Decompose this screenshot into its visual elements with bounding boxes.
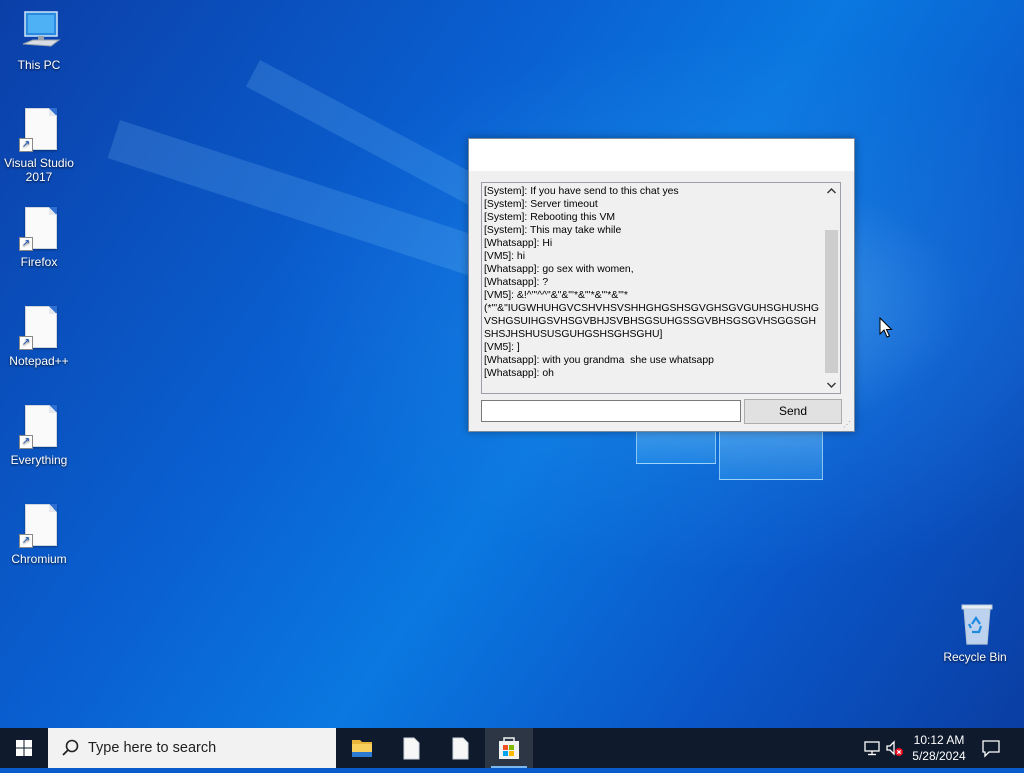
desktop-icon-chromium[interactable]: ↗ Chromium: [1, 504, 77, 566]
shortcut-arrow-icon: ↗: [19, 435, 33, 449]
file-shortcut-icon: ↗: [19, 504, 59, 548]
message-input[interactable]: [481, 400, 741, 422]
desktop-icon-label: Visual Studio 2017: [4, 156, 74, 184]
windows-logo-icon: [16, 740, 32, 756]
desktop-icon-firefox[interactable]: ↗ Firefox: [1, 207, 77, 269]
desktop-icon-label: Recycle Bin: [943, 650, 1007, 664]
file-shortcut-icon: ↗: [19, 405, 59, 449]
chat-line: [Whatsapp]: Hi: [484, 238, 553, 249]
start-button[interactable]: [0, 728, 48, 768]
chat-line: [VM5]: hi: [484, 251, 525, 262]
file-shortcut-icon: ↗: [19, 306, 59, 350]
scroll-down-icon[interactable]: [823, 376, 840, 393]
scroll-up-icon[interactable]: [823, 183, 840, 200]
chat-line: [Whatsapp]: oh: [484, 368, 554, 379]
file-icon: [452, 737, 469, 760]
mouse-cursor-icon: [879, 316, 893, 339]
taskbar-app-file-2[interactable]: [436, 728, 484, 768]
desktop-icon-label: Chromium: [11, 552, 67, 566]
chat-line: [System]: If you have send to this chat …: [484, 186, 679, 197]
chat-line: [System]: Rebooting this VM: [484, 212, 616, 223]
chat-log[interactable]: [System]: If you have send to this chat …: [481, 182, 841, 394]
file-explorer-icon: [352, 740, 372, 757]
desktop-icon-label: This PC: [17, 58, 61, 72]
shortcut-arrow-icon: ↗: [19, 237, 33, 251]
chat-window[interactable]: [System]: If you have send to this chat …: [468, 138, 855, 432]
scroll-thumb[interactable]: [825, 230, 838, 373]
desktop-icon-label: Firefox: [20, 255, 58, 269]
taskbar-app-store[interactable]: [485, 728, 533, 768]
file-shortcut-icon: ↗: [19, 207, 59, 251]
chat-messages: [System]: If you have send to this chat …: [484, 185, 822, 380]
desktop-icon-notepadpp[interactable]: ↗ Notepad++: [1, 306, 77, 368]
shortcut-arrow-icon: ↗: [19, 336, 33, 350]
recycle-bin-icon: [955, 602, 995, 646]
clock-time: 10:12 AM: [913, 733, 965, 747]
desktop-icon-label: Notepad++: [9, 354, 69, 368]
taskbar: Type here to search 10:12 AM 5/28/2024: [0, 728, 1024, 768]
taskbar-file-explorer[interactable]: [338, 728, 386, 768]
clock[interactable]: 10:12 AM 5/28/2024: [904, 732, 974, 764]
taskbar-app-file-1[interactable]: [387, 728, 435, 768]
shortcut-arrow-icon: ↗: [19, 534, 33, 548]
notification-center-icon[interactable]: [980, 738, 1002, 758]
desktop-icon-label: Everything: [10, 453, 68, 467]
store-icon: [499, 737, 519, 759]
desktop-icon-recycle-bin[interactable]: Recycle Bin: [937, 602, 1013, 664]
shortcut-arrow-icon: ↗: [19, 138, 33, 152]
desktop-icon-this-pc[interactable]: This PC: [1, 10, 77, 72]
chat-line: [Whatsapp]: go sex with women,: [484, 264, 634, 275]
chat-line: [VM5]: &!^"'^^"&"&"'*&"'*&"'*&"'*: [484, 290, 628, 301]
volume-muted-icon[interactable]: [884, 738, 904, 758]
clock-date: 5/28/2024: [912, 749, 966, 763]
chat-line: [System]: This may take while: [484, 225, 622, 236]
window-titlebar[interactable]: [469, 139, 854, 172]
chat-line: (*"'&"IUGWHUHGVCSHVHSVSHHGHGSHSGVGHSGVGU…: [484, 303, 819, 340]
file-shortcut-icon: ↗: [19, 108, 59, 152]
taskbar-search[interactable]: Type here to search: [48, 728, 336, 768]
resize-grip-icon[interactable]: ⋰: [843, 420, 853, 430]
send-button[interactable]: Send: [744, 399, 842, 424]
chat-line: [VM5]: ]: [484, 342, 520, 353]
network-icon[interactable]: [862, 738, 882, 758]
chat-scrollbar[interactable]: [823, 183, 840, 393]
chat-line: [Whatsapp]: with you grandma she use wha…: [484, 355, 714, 366]
desktop-icon-everything[interactable]: ↗ Everything: [1, 405, 77, 467]
computer-icon: [19, 10, 61, 54]
desktop-icon-visual-studio[interactable]: ↗ Visual Studio 2017: [1, 108, 77, 184]
file-icon: [403, 737, 420, 760]
search-placeholder: Type here to search: [88, 740, 217, 756]
chat-line: [Whatsapp]: ?: [484, 277, 549, 288]
chat-line: [System]: Server timeout: [484, 199, 598, 210]
search-icon: [62, 739, 79, 756]
